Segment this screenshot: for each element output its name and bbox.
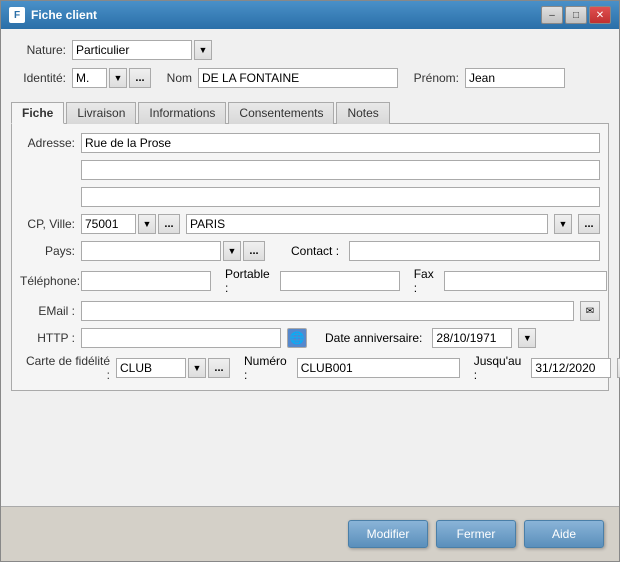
title-bar-left: F Fiche client <box>9 7 97 23</box>
tel-input[interactable] <box>81 271 211 291</box>
numero-label: Numéro : <box>244 354 287 382</box>
identite-row: Identité: ▼ ... Nom Prénom: <box>11 67 609 89</box>
http-input[interactable] <box>81 328 281 348</box>
civilite-group: ▼ ... <box>72 68 151 88</box>
adresse-input3[interactable] <box>81 187 600 207</box>
pays-dots-btn[interactable]: ... <box>243 241 265 261</box>
tab-fiche[interactable]: Fiche <box>11 102 64 124</box>
jusquau-input[interactable] <box>531 358 611 378</box>
nature-label: Nature: <box>11 43 66 57</box>
tab-content-fiche: Adresse: CP, Ville: ▼ . <box>11 124 609 391</box>
email-label: EMail : <box>20 304 75 318</box>
carte-label: Carte de fidélité : <box>20 354 110 382</box>
nom-label: Nom <box>157 71 192 85</box>
main-window: F Fiche client – □ ✕ Nature: ▼ Identité:… <box>0 0 620 562</box>
cp-input[interactable] <box>81 214 136 234</box>
adresse-row2 <box>20 159 600 181</box>
tabs: Fiche Livraison Informations Consentemen… <box>11 101 609 124</box>
tel-label: Téléphone: <box>20 274 75 288</box>
carte-group: ▼ ... <box>116 358 230 378</box>
modifier-button[interactable]: Modifier <box>348 520 428 548</box>
email-row: EMail : ✉ <box>20 300 600 322</box>
nature-dropdown-btn[interactable]: ▼ <box>194 40 212 60</box>
jusquau-label: Jusqu'au : <box>474 354 522 382</box>
adresse-row3 <box>20 186 600 208</box>
minimize-button[interactable]: – <box>541 6 563 24</box>
adresse-input[interactable] <box>81 133 600 153</box>
ville-dropdown-btn[interactable]: ▼ <box>554 214 572 234</box>
cp-ville-row: CP, Ville: ▼ ... ▼ ... <box>20 213 600 235</box>
close-button[interactable]: ✕ <box>589 6 611 24</box>
cp-dots-btn[interactable]: ... <box>158 214 180 234</box>
tab-section: Fiche Livraison Informations Consentemen… <box>11 99 609 391</box>
cp-dropdown-btn[interactable]: ▼ <box>138 214 156 234</box>
civilite-input[interactable] <box>72 68 107 88</box>
pays-group: ▼ ... <box>81 241 265 261</box>
adresse-input2[interactable] <box>81 160 600 180</box>
numero-input[interactable] <box>297 358 460 378</box>
identite-label: Identité: <box>11 71 66 85</box>
adresse-row: Adresse: <box>20 132 600 154</box>
email-icon-btn[interactable]: ✉ <box>580 301 600 321</box>
fax-label: Fax : <box>414 267 434 295</box>
footer: Modifier Fermer Aide <box>1 506 619 561</box>
title-buttons: – □ ✕ <box>541 6 611 24</box>
carte-dropdown-btn[interactable]: ▼ <box>188 358 206 378</box>
cp-label: CP, Ville: <box>20 217 75 231</box>
pays-label: Pays: <box>20 244 75 258</box>
nature-row: Nature: ▼ <box>11 39 609 61</box>
globe-icon: 🌐 <box>290 331 305 345</box>
portable-label: Portable : <box>225 267 270 295</box>
date-anniv-input[interactable] <box>432 328 512 348</box>
tab-notes[interactable]: Notes <box>336 102 389 124</box>
pays-contact-row: Pays: ▼ ... Contact : <box>20 240 600 262</box>
tab-consentements[interactable]: Consentements <box>228 102 334 124</box>
contact-label: Contact : <box>291 244 339 258</box>
aide-button[interactable]: Aide <box>524 520 604 548</box>
tab-informations[interactable]: Informations <box>138 102 226 124</box>
nature-group: ▼ <box>72 40 212 60</box>
carte-dots-btn[interactable]: ... <box>208 358 230 378</box>
date-anniv-dropdown-btn[interactable]: ▼ <box>518 328 536 348</box>
window-title: Fiche client <box>31 8 97 22</box>
civilite-dots-btn[interactable]: ... <box>129 68 151 88</box>
nom-input[interactable] <box>198 68 398 88</box>
prenom-label: Prénom: <box>404 71 459 85</box>
pays-input[interactable] <box>81 241 221 261</box>
title-bar: F Fiche client – □ ✕ <box>1 1 619 29</box>
civilite-dropdown-btn[interactable]: ▼ <box>109 68 127 88</box>
prenom-input[interactable] <box>465 68 565 88</box>
portable-input[interactable] <box>280 271 400 291</box>
date-anniv-label: Date anniversaire: <box>325 331 422 345</box>
tab-livraison[interactable]: Livraison <box>66 102 136 124</box>
window-icon: F <box>9 7 25 23</box>
fax-input[interactable] <box>444 271 607 291</box>
carte-input[interactable] <box>116 358 186 378</box>
pays-dropdown-btn[interactable]: ▼ <box>223 241 241 261</box>
tel-row: Téléphone: Portable : Fax : <box>20 267 600 295</box>
cp-group: ▼ ... <box>81 214 180 234</box>
ville-input[interactable] <box>186 214 548 234</box>
adresse-label: Adresse: <box>20 136 75 150</box>
restore-button[interactable]: □ <box>565 6 587 24</box>
carte-row: Carte de fidélité : ▼ ... Numéro : Jusqu… <box>20 354 600 382</box>
email-input[interactable] <box>81 301 574 321</box>
nature-input[interactable] <box>72 40 192 60</box>
contact-input[interactable] <box>349 241 600 261</box>
globe-icon-btn[interactable]: 🌐 <box>287 328 307 348</box>
fermer-button[interactable]: Fermer <box>436 520 516 548</box>
http-label: HTTP : <box>20 331 75 345</box>
http-date-row: HTTP : 🌐 Date anniversaire: ▼ <box>20 327 600 349</box>
form-content: Nature: ▼ Identité: ▼ ... Nom Prénom: Fi… <box>1 29 619 506</box>
ville-dots-btn[interactable]: ... <box>578 214 600 234</box>
